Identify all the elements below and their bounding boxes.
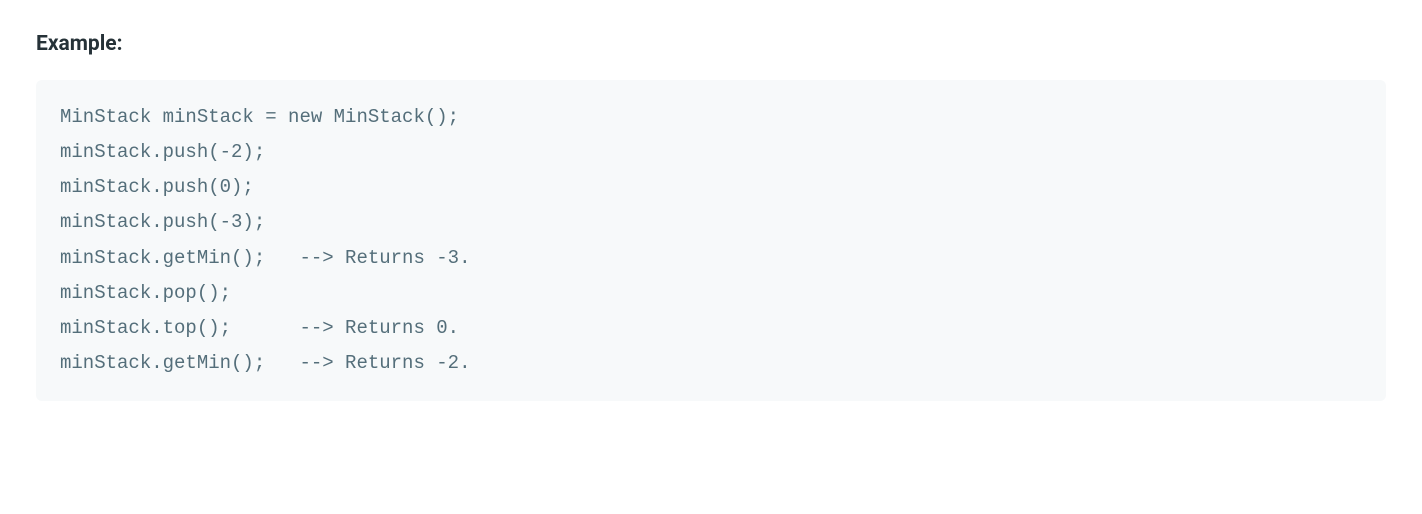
code-example-block: MinStack minStack = new MinStack(); minS… [36, 80, 1386, 401]
example-heading: Example: [36, 32, 1386, 56]
